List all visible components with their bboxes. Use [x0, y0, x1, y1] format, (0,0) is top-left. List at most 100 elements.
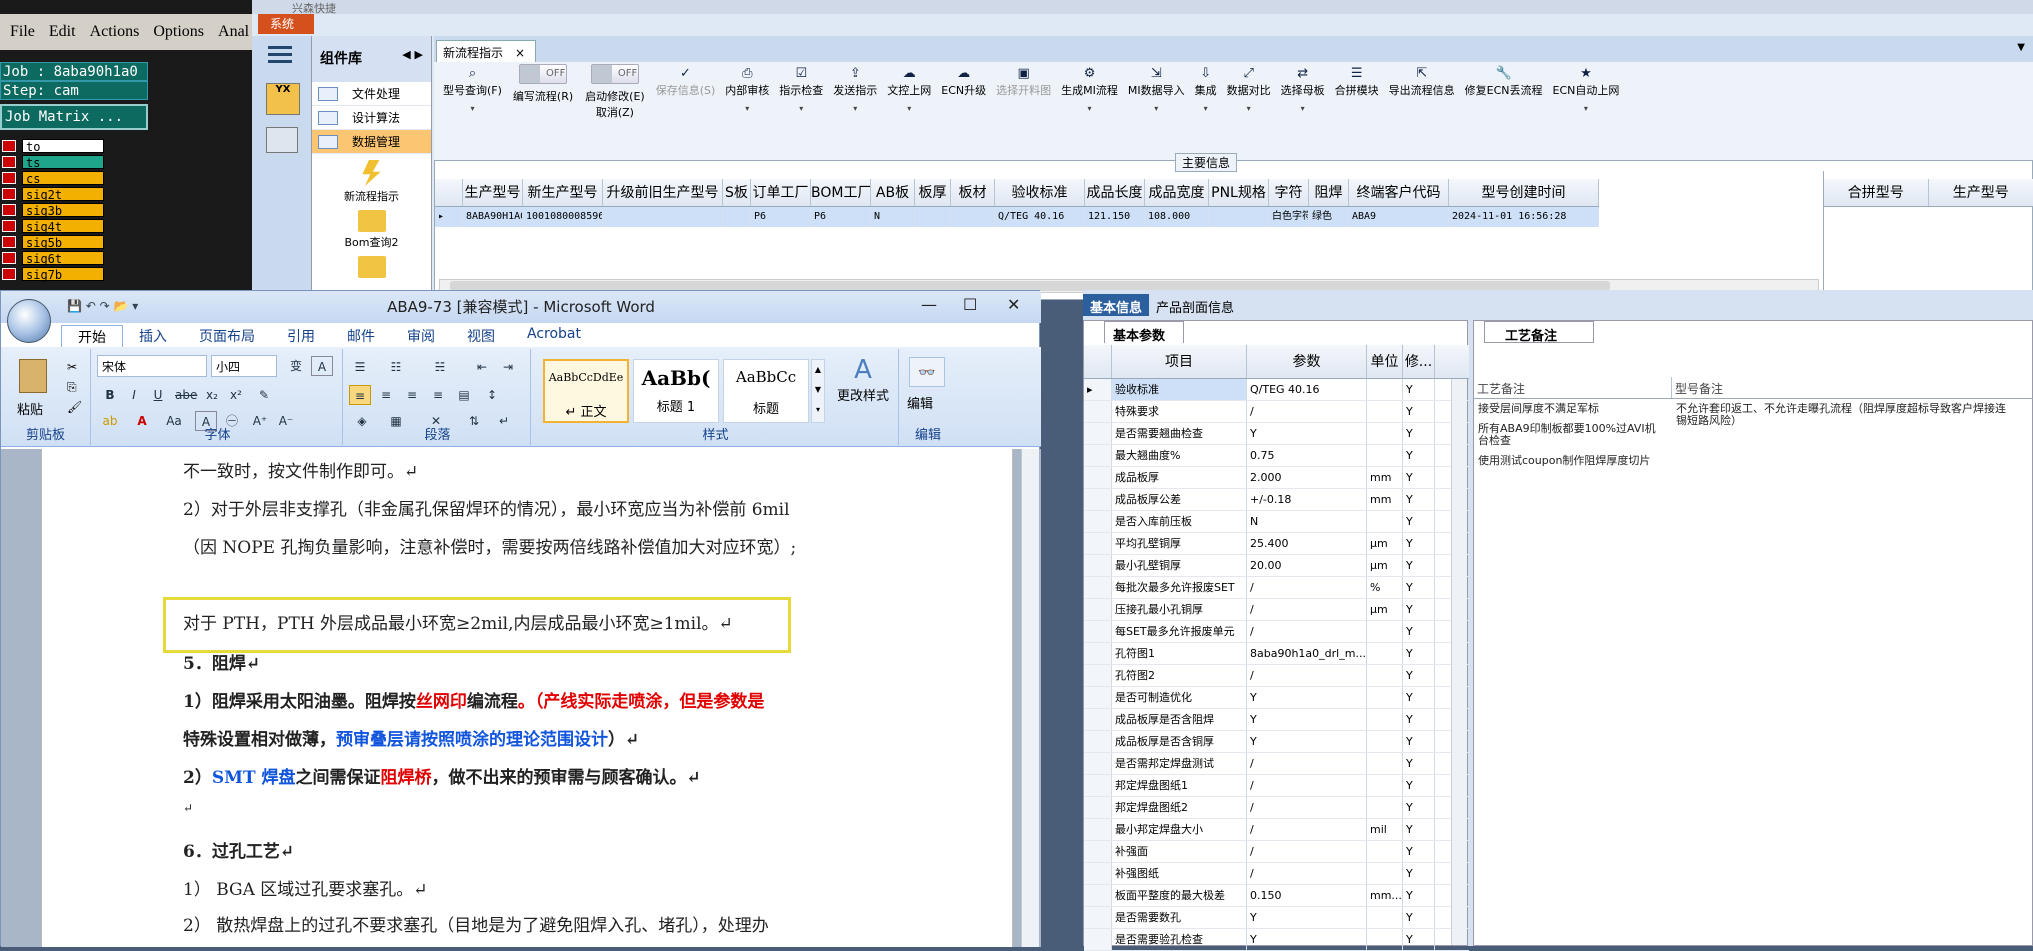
line-spacing-icon[interactable]: ↕	[481, 385, 503, 405]
tab-basic-info[interactable]: 基本信息	[1083, 294, 1149, 316]
vertical-scrollbar[interactable]	[1451, 379, 1467, 945]
toolbar-button-14[interactable]: ⇄选择母板▾	[1276, 62, 1330, 138]
toolbar-button-10[interactable]: ⚙生成MI流程▾	[1056, 62, 1123, 138]
chevron-down-icon[interactable]: ▾	[907, 104, 911, 113]
column-header[interactable]: 订单工厂	[751, 179, 811, 206]
column-header[interactable]: 字符	[1269, 179, 1309, 206]
layer-toggle[interactable]	[2, 204, 16, 216]
strikethrough-icon[interactable]: abe	[175, 385, 197, 405]
table-row[interactable]: 每批次最多允许报废SET/%Y	[1084, 577, 1469, 599]
ribbon-tab[interactable]: 开始	[61, 325, 123, 347]
layer-item[interactable]: cs	[0, 170, 120, 186]
chevron-down-icon[interactable]: ▾	[1584, 104, 1588, 113]
table-row[interactable]: 最小孔壁铜厚20.00μmY	[1084, 555, 1469, 577]
layer-item[interactable]: ts	[0, 154, 120, 170]
tab-basic-param[interactable]: 基本参数	[1104, 321, 1184, 343]
table-row[interactable]: 是否需要数孔YY	[1084, 907, 1469, 929]
job-matrix-button[interactable]: Job Matrix ...	[0, 104, 148, 130]
doc-paragraph[interactable]: 2）SMT 焊盘之间需保证阻焊桥，做不出来的预审需与顾客确认。↵	[183, 763, 701, 788]
layer-toggle[interactable]	[2, 156, 16, 168]
style-normal[interactable]: AaBbCcDdEe↵ 正文	[543, 359, 629, 423]
align-center-icon[interactable]: ≡	[375, 385, 397, 405]
quick-access-toolbar[interactable]: 💾 ↶ ↷ 📂 ▾	[67, 299, 138, 313]
multilevel-list-icon[interactable]: ☵	[429, 357, 451, 377]
launcher-new-flow[interactable]: 新流程指示	[312, 160, 431, 204]
style-gallery-scroll[interactable]: ▲▼▾	[811, 359, 825, 423]
vertical-scrollbar[interactable]	[1021, 449, 1039, 947]
menu-analysis[interactable]: Anal	[218, 23, 249, 41]
layer-item[interactable]: sig2t	[0, 186, 120, 202]
launcher-bom-query[interactable]: Bom查询2	[312, 210, 431, 250]
table-row[interactable]: 压接孔最小孔铜厚/μmY	[1084, 599, 1469, 621]
column-header[interactable]: PNL规格	[1209, 179, 1269, 206]
table-row[interactable]: 是否需要翘曲检查YY	[1084, 423, 1469, 445]
table-row[interactable]: 成品板厚是否含铜厚YY	[1084, 731, 1469, 753]
decrease-indent-icon[interactable]: ⇤	[471, 357, 493, 377]
toggle-switch[interactable]: OFF	[591, 64, 639, 84]
toolbar-button-3[interactable]: ✓保存信息(S)	[651, 62, 721, 138]
table-row[interactable]: 平均孔壁铜厚25.400μmY	[1084, 533, 1469, 555]
doc-paragraph[interactable]: ↵	[183, 801, 193, 815]
chevron-down-icon[interactable]: ▾	[745, 104, 749, 113]
column-header[interactable]: 生产型号	[1929, 179, 2033, 206]
paste-icon[interactable]	[19, 359, 47, 393]
close-icon[interactable]: ×	[515, 46, 525, 60]
toggle-2[interactable]: OFF启动修改(E)取消(Z)	[579, 62, 651, 138]
table-row[interactable]: 补强图纸/Y	[1084, 863, 1469, 885]
layer-toggle[interactable]	[2, 140, 16, 152]
maximize-icon[interactable]: ☐	[963, 295, 977, 314]
toolbar-button-15[interactable]: ☰合拼模块	[1330, 62, 1384, 138]
toolbar-button-9[interactable]: ▣选择开料图	[991, 62, 1056, 138]
chevron-down-icon[interactable]: ▾	[1154, 104, 1158, 113]
close-icon[interactable]: ✕	[1007, 295, 1020, 314]
superscript-icon[interactable]: x²	[225, 385, 247, 405]
chevron-down-icon[interactable]: ▾	[1088, 104, 1092, 113]
style-heading1[interactable]: AaBb(标题 1	[633, 359, 719, 423]
toolbar-button-5[interactable]: ☑指示检查▾	[774, 62, 828, 138]
table-row[interactable]: 邦定焊盘图纸1/Y	[1084, 775, 1469, 797]
table-row[interactable]: 是否需要验孔检查YY	[1084, 929, 1469, 951]
align-right-icon[interactable]: ≡	[401, 385, 423, 405]
tab-profile-info[interactable]: 产品剖面信息	[1149, 294, 1241, 316]
toggle-label2[interactable]: 取消(Z)	[596, 104, 634, 120]
table-row[interactable]: 成品板厚2.000mmY	[1084, 467, 1469, 489]
numbered-list-icon[interactable]: ☷	[385, 357, 407, 377]
doc-paragraph[interactable]: 2）对于外层非支撑孔（非金属孔保留焊环的情况），最小环宽应当为补偿前 6mil	[183, 495, 790, 520]
menu-edit[interactable]: Edit	[49, 23, 76, 41]
layer-item[interactable]: sig6t	[0, 250, 120, 266]
table-row[interactable]: 最小邦定焊盘大小/milY	[1084, 819, 1469, 841]
column-header[interactable]: 工艺备注	[1474, 377, 1672, 398]
font-name-select[interactable]: 宋体	[97, 355, 207, 377]
column-header[interactable]: 阻焊	[1309, 179, 1349, 206]
italic-icon[interactable]: I	[123, 385, 145, 405]
ribbon-tab[interactable]: 页面布局	[183, 325, 271, 347]
column-header[interactable]: 验收标准	[995, 179, 1085, 206]
system-button[interactable]: 系统	[258, 14, 314, 34]
edit-button[interactable]: 编辑	[907, 393, 933, 412]
bullet-list-icon[interactable]: ☰	[349, 357, 371, 377]
column-header[interactable]: 项目	[1112, 345, 1247, 378]
table-row[interactable]: 最大翘曲度%0.75Y	[1084, 445, 1469, 467]
layer-toggle[interactable]	[2, 188, 16, 200]
component-file-processing[interactable]: 文件处理	[312, 82, 431, 106]
table-row[interactable]: 成品板厚是否含阻焊YY	[1084, 709, 1469, 731]
doc-heading[interactable]: 6．过孔工艺↵	[183, 837, 294, 862]
column-header[interactable]: 新生产型号	[523, 179, 603, 206]
column-header[interactable]: 型号创建时间	[1449, 179, 1599, 206]
tab-new-flow[interactable]: 新流程指示×	[436, 40, 536, 62]
doc-paragraph[interactable]: （因 NOPE 孔掏负量影响，注意补偿时，需要按两倍线路补偿值加大对应环宽）;	[183, 533, 796, 558]
toolbar-button-6[interactable]: ⇪发送指示▾	[828, 62, 882, 138]
doc-heading[interactable]: 5．阻焊↵	[183, 649, 260, 674]
toolbar-button-7[interactable]: ☁文控上网▾	[882, 62, 936, 138]
table-row[interactable]: 板面平整度的最大极差0.150mm...Y	[1084, 885, 1469, 907]
toolbar-button-8[interactable]: ☁ECN升级	[936, 62, 991, 138]
chevron-down-icon[interactable]: ▾	[470, 104, 474, 113]
doc-paragraph[interactable]: 2） 散热焊盘上的过孔不要求塞孔（目地是为了避免阻焊入孔、堵孔），处理办	[183, 911, 769, 936]
column-header[interactable]: 升级前旧生产型号	[603, 179, 723, 206]
table-row[interactable]: 孔符图18aba90h1a0_drl_m...Y	[1084, 643, 1469, 665]
layer-toggle[interactable]	[2, 252, 16, 264]
menu-options[interactable]: Options	[153, 23, 204, 41]
printer-icon[interactable]	[266, 127, 298, 153]
underline-icon[interactable]: U	[147, 385, 169, 405]
paste-button[interactable]: 粘贴	[17, 399, 43, 418]
